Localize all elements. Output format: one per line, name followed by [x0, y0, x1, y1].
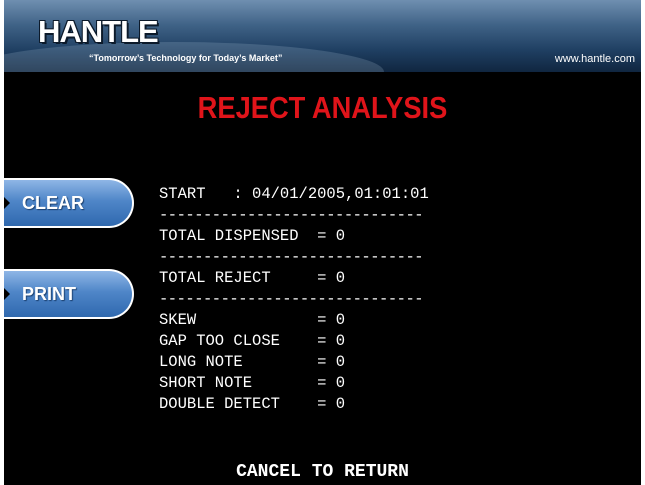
start-line: START : 04/01/2005,01:01:01: [159, 185, 429, 203]
long-note-line: LONG NOTE = 0: [159, 353, 346, 371]
brand-tagline: “Tomorrow’s Technology for Today’s Marke…: [89, 53, 283, 63]
atm-screen: HANTLE “Tomorrow’s Technology for Today’…: [0, 0, 645, 485]
total-dispensed-line: TOTAL DISPENSED = 0: [159, 227, 346, 245]
reject-report: START : 04/01/2005,01:01:01 ------------…: [159, 184, 429, 415]
button-notch: [4, 197, 10, 209]
brand-logo: HANTLE: [38, 14, 159, 49]
separator-line: ------------------------------: [159, 248, 424, 266]
total-reject-line: TOTAL REJECT = 0: [159, 269, 346, 287]
separator-line: ------------------------------: [159, 290, 424, 308]
short-note-line: SHORT NOTE = 0: [159, 374, 346, 392]
cancel-to-return-prompt: CANCEL TO RETURN: [236, 462, 409, 482]
double-detect-line: DOUBLE DETECT = 0: [159, 395, 346, 413]
separator-line: ------------------------------: [159, 206, 424, 224]
header-banner: HANTLE “Tomorrow’s Technology for Today’…: [4, 0, 641, 72]
clear-button-label: CLEAR: [22, 193, 84, 213]
print-button-label: PRINT: [22, 284, 76, 304]
website-url: www.hantle.com: [554, 53, 635, 65]
print-button[interactable]: PRINT: [4, 269, 134, 319]
page-title: REJECT ANALYSIS: [197, 90, 448, 125]
skew-line: SKEW = 0: [159, 311, 346, 329]
main-panel: REJECT ANALYSIS CLEAR PRINT START : 04/0…: [4, 72, 641, 485]
button-notch: [4, 288, 10, 300]
clear-button[interactable]: CLEAR: [4, 178, 134, 228]
gap-too-close-line: GAP TOO CLOSE = 0: [159, 332, 346, 350]
